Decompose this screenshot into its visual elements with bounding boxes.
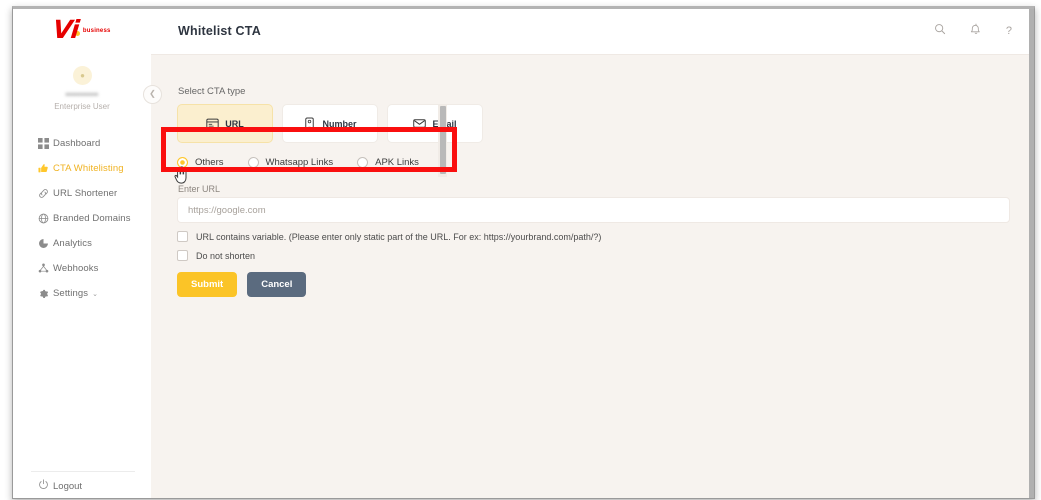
- link-type-radio-group: Others Whatsapp Links APK Links: [177, 157, 443, 168]
- topbar-actions: ?: [934, 23, 1012, 39]
- help-icon[interactable]: ?: [1006, 24, 1012, 38]
- browser-window-icon: [206, 117, 219, 130]
- radio-option-others[interactable]: Others: [177, 157, 224, 168]
- globe-icon: [38, 213, 53, 224]
- sidebar-item-analytics[interactable]: Analytics: [13, 231, 151, 256]
- checkbox-indicator: [177, 231, 188, 242]
- radio-option-apk-links[interactable]: APK Links: [357, 157, 419, 168]
- select-cta-type-label: Select CTA type: [178, 86, 246, 97]
- sidebar-item-cta-whitelisting[interactable]: CTA Whitelisting: [13, 156, 151, 181]
- form-panel: Select CTA type URL Number Others Whatsa…: [151, 54, 1034, 498]
- phone-icon: [303, 117, 316, 130]
- user-role: Enterprise User: [54, 102, 110, 111]
- checkbox-label: Do not shorten: [196, 250, 256, 261]
- sidebar-item-webhooks[interactable]: Webhooks: [13, 256, 151, 281]
- screenshot-root: Vi business ● •••••••••• Enterprise User …: [0, 0, 1041, 500]
- share-nodes-icon: [38, 263, 53, 274]
- checkbox-indicator: [177, 250, 188, 261]
- topbar: Whitelist CTA ?: [151, 9, 1034, 55]
- envelope-icon: [413, 117, 427, 130]
- search-icon[interactable]: [934, 23, 946, 39]
- pie-chart-icon: [38, 238, 53, 249]
- page-title: Whitelist CTA: [178, 24, 261, 38]
- sidebar-item-label: Webhooks: [53, 263, 99, 274]
- logout-label: Logout: [53, 480, 83, 492]
- radio-label: Whatsapp Links: [265, 157, 334, 168]
- app-logo[interactable]: Vi business: [13, 15, 151, 44]
- logo-mark: Vi: [51, 15, 81, 44]
- cta-type-card-url[interactable]: URL: [177, 104, 273, 143]
- sidebar-item-label: Branded Domains: [53, 213, 131, 224]
- window-scrollbar[interactable]: [1029, 9, 1034, 498]
- sidebar-item-label: Settings: [53, 288, 89, 299]
- grid-icon: [38, 138, 53, 149]
- thumbs-up-icon: [38, 163, 53, 174]
- main-area: Whitelist CTA ? Select CTA type URL Numb…: [151, 9, 1034, 498]
- sidebar-item-settings[interactable]: Settings ⌄: [13, 281, 151, 306]
- cancel-button[interactable]: Cancel: [247, 272, 307, 297]
- radio-indicator: [177, 157, 188, 168]
- app-window: Vi business ● •••••••••• Enterprise User …: [12, 6, 1035, 499]
- user-avatar-icon: ●: [80, 71, 85, 80]
- sidebar: Vi business ● •••••••••• Enterprise User …: [13, 9, 152, 498]
- sidebar-item-branded-domains[interactable]: Branded Domains: [13, 206, 151, 231]
- sidebar-nav: Dashboard CTA Whitelisting URL Shortener…: [13, 131, 151, 306]
- radio-label: Others: [195, 157, 224, 168]
- sidebar-divider: [31, 471, 135, 472]
- cta-type-card-number[interactable]: Number: [282, 104, 378, 143]
- checkbox-label: URL contains variable. (Please enter onl…: [196, 231, 602, 242]
- logo-subtext: business: [82, 28, 111, 34]
- radio-indicator: [247, 157, 259, 168]
- sidebar-item-dashboard[interactable]: Dashboard: [13, 131, 151, 156]
- url-field-label: Enter URL: [178, 184, 221, 194]
- sidebar-item-label: Dashboard: [53, 138, 101, 149]
- checkbox-do-not-shorten[interactable]: Do not shorten: [177, 250, 255, 261]
- mouse-cursor-icon: [173, 166, 189, 184]
- radio-option-whatsapp-links[interactable]: Whatsapp Links: [247, 157, 334, 168]
- radio-indicator: [357, 157, 369, 168]
- url-input[interactable]: [177, 197, 1010, 223]
- gear-icon: [38, 288, 53, 299]
- link-icon: [38, 188, 53, 199]
- user-name: ••••••••••: [65, 89, 99, 99]
- form-actions: Submit Cancel: [177, 272, 307, 297]
- logout-button[interactable]: Logout: [38, 477, 82, 495]
- chevron-left-icon: ❮: [149, 89, 156, 98]
- power-icon: [38, 477, 53, 495]
- sidebar-item-label: URL Shortener: [53, 188, 118, 199]
- chevron-down-icon: ⌄: [92, 290, 99, 298]
- sidebar-collapse-button[interactable]: ❮: [143, 85, 162, 104]
- cta-type-label: URL: [225, 118, 244, 129]
- bell-icon[interactable]: [970, 23, 982, 39]
- submit-button[interactable]: Submit: [177, 272, 238, 297]
- cta-type-card-email[interactable]: Email: [387, 104, 483, 143]
- sidebar-item-label: Analytics: [53, 238, 92, 249]
- radio-label: APK Links: [375, 157, 419, 168]
- checkbox-url-contains-variable[interactable]: URL contains variable. (Please enter onl…: [177, 231, 601, 242]
- sidebar-item-label: CTA Whitelisting: [53, 163, 124, 174]
- cta-type-label: Number: [322, 118, 357, 129]
- avatar: ●: [73, 66, 92, 85]
- sidebar-item-url-shortener[interactable]: URL Shortener: [13, 181, 151, 206]
